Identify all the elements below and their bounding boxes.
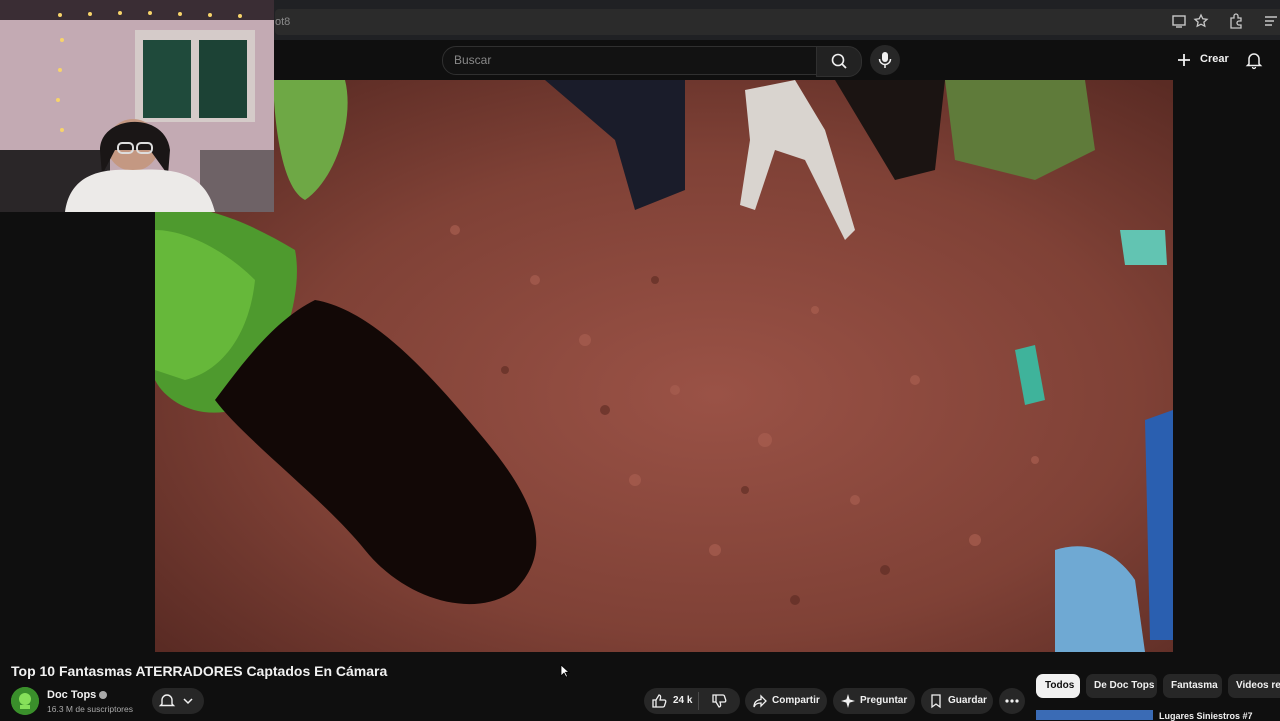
notifications-button[interactable] <box>152 688 204 714</box>
mouse-cursor-icon <box>560 664 570 678</box>
video-frame <box>155 80 1173 652</box>
address-bar-text: ot8 <box>275 16 291 28</box>
more-icon <box>1005 699 1019 703</box>
video-player[interactable] <box>155 80 1173 652</box>
channel-avatar[interactable] <box>11 687 39 715</box>
star-icon[interactable] <box>1192 12 1210 30</box>
share-label: Compartir <box>772 695 820 706</box>
address-bar[interactable] <box>275 9 1280 35</box>
search-input[interactable] <box>442 46 817 75</box>
more-actions-button[interactable] <box>999 688 1025 714</box>
create-label: Crear <box>1200 53 1229 65</box>
related-video-thumbnail[interactable] <box>1036 710 1153 720</box>
chip-from-channel-label: De Doc Tops <box>1094 680 1155 691</box>
search-button[interactable] <box>816 46 862 77</box>
dislike-icon[interactable] <box>710 692 728 710</box>
chip-fantasma-label: Fantasma <box>1171 680 1218 691</box>
save-label: Guardar <box>948 695 987 706</box>
cast-icon[interactable] <box>1170 12 1188 30</box>
bell-outline-icon <box>158 694 176 707</box>
mic-icon <box>878 52 892 68</box>
chip-videos-label: Videos re <box>1236 680 1280 691</box>
like-count: 24 k <box>673 695 693 706</box>
search-icon <box>831 53 847 69</box>
menu-icon[interactable] <box>1262 12 1280 30</box>
like-divider <box>698 692 699 710</box>
ask-label: Preguntar <box>860 695 908 706</box>
webcam-overlay <box>0 0 274 212</box>
plus-icon <box>1178 54 1190 66</box>
extensions-icon[interactable] <box>1227 12 1245 30</box>
chip-all-label: Todos <box>1045 680 1075 691</box>
bell-icon[interactable] <box>1244 50 1264 70</box>
sparkle-icon <box>839 692 857 710</box>
share-icon <box>751 692 769 710</box>
bookmark-icon <box>927 692 945 710</box>
chevron-down-icon <box>183 698 193 705</box>
search-placeholder: Buscar <box>454 53 492 67</box>
verified-icon <box>99 691 108 700</box>
channel-name[interactable]: Doc Tops <box>47 689 108 701</box>
like-icon[interactable] <box>650 692 668 710</box>
subscriber-count: 16.3 M de suscriptores <box>47 704 133 714</box>
voice-search-button[interactable] <box>870 45 900 75</box>
video-title: Top 10 Fantasmas ATERRADORES Captados En… <box>11 663 388 679</box>
